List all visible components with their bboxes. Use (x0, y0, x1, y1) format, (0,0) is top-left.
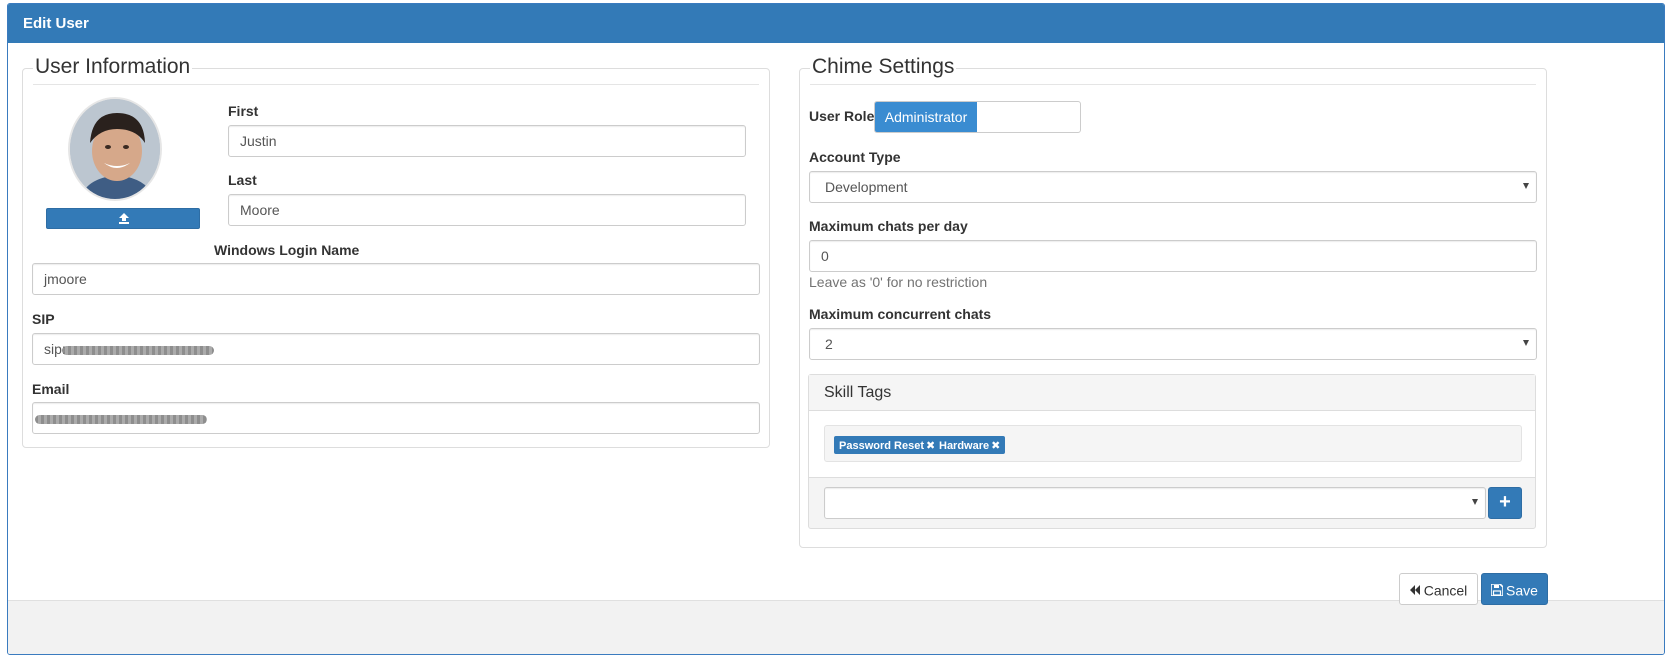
save-label: Save (1506, 582, 1538, 599)
first-name-label: First (228, 103, 259, 119)
cancel-button[interactable]: Cancel (1399, 573, 1478, 605)
sip-label: SIP (32, 311, 55, 327)
windows-login-label: Windows Login Name (214, 242, 360, 258)
max-chats-input[interactable]: 0 (809, 240, 1537, 272)
user-information-legend: User Information (33, 55, 193, 79)
max-concurrent-value: 2 (825, 336, 833, 352)
dialog-title: Edit User (8, 4, 1664, 43)
avatar-photo (70, 99, 160, 199)
redacted-email (35, 415, 207, 424)
legend-divider (810, 84, 1536, 85)
tag-list: Password Reset ✖ Hardware ✖ (824, 425, 1522, 462)
email-label: Email (32, 381, 70, 397)
chevron-down-icon (1523, 340, 1529, 346)
account-type-label: Account Type (809, 149, 901, 165)
max-concurrent-select[interactable]: 2 (809, 328, 1537, 360)
save-button[interactable]: Save (1481, 573, 1548, 605)
skill-tags-title: Skill Tags (809, 375, 1535, 411)
account-type-value: Development (825, 179, 908, 195)
max-chats-label: Maximum chats per day (809, 218, 968, 234)
chime-settings-legend: Chime Settings (810, 55, 957, 79)
last-name-label: Last (228, 172, 257, 188)
add-skill-button[interactable]: + (1488, 487, 1522, 519)
backward-icon (1409, 585, 1420, 596)
upload-icon (119, 213, 129, 224)
skill-tag-label: Hardware (939, 440, 990, 452)
skill-tag[interactable]: Hardware ✖ (934, 436, 1006, 454)
legend-divider (33, 84, 759, 85)
max-concurrent-label: Maximum concurrent chats (809, 306, 992, 322)
times-icon[interactable]: ✖ (991, 439, 1000, 452)
add-skill-select[interactable] (824, 487, 1486, 519)
user-role-toggle[interactable]: Administrator (874, 101, 1081, 133)
skill-tags-body: Password Reset ✖ Hardware ✖ (809, 411, 1535, 478)
max-chats-help: Leave as '0' for no restriction (809, 274, 988, 290)
account-type-select[interactable]: Development (809, 171, 1537, 203)
cancel-label: Cancel (1423, 582, 1468, 599)
skill-tag-label: Password Reset (839, 440, 924, 452)
plus-icon: + (1499, 491, 1511, 513)
dialog-footer (8, 600, 1664, 654)
redacted-sip (62, 346, 214, 355)
chevron-down-icon (1523, 183, 1529, 189)
user-avatar (68, 97, 162, 201)
windows-login-input[interactable]: jmoore (32, 263, 760, 295)
user-role-label: User Role: (809, 108, 880, 124)
skill-tag[interactable]: Password Reset ✖ (834, 436, 941, 454)
last-name-input[interactable]: Moore (228, 194, 746, 226)
upload-photo-button[interactable] (46, 208, 200, 229)
first-name-input[interactable]: Justin (228, 125, 746, 157)
role-administrator-option[interactable]: Administrator (875, 102, 977, 132)
chevron-down-icon (1472, 499, 1478, 505)
floppy-disk-icon (1491, 584, 1504, 597)
